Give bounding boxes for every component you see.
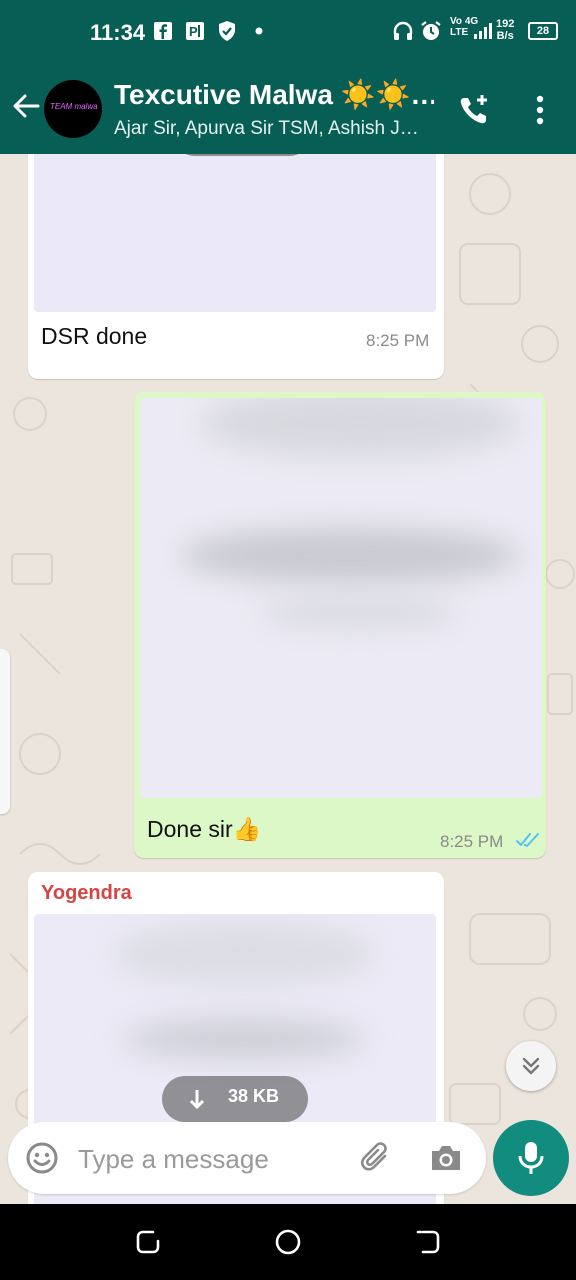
status-bar: 11:34 P Vo 4G LTE 192 B/s 28 [0, 0, 576, 64]
phone-plus-icon [460, 95, 487, 124]
back-nav-button[interactable] [412, 1226, 444, 1258]
double-chevron-down-icon [522, 1057, 540, 1075]
message-time: 8:25 PM [366, 331, 430, 350]
chat-header: TEAM malwa Texcutive Malwa ☀️☀️… Ajar Si… [0, 64, 576, 154]
attach-button[interactable] [358, 1140, 394, 1176]
message-time: 8:25 PM [440, 832, 504, 851]
emoji-button[interactable] [24, 1140, 60, 1176]
message-bubble-incoming[interactable]: DSR done 8:25 PM [28, 154, 444, 379]
download-pill[interactable] [172, 154, 312, 156]
back-nav-icon [415, 1229, 441, 1255]
image-attachment[interactable] [140, 398, 542, 798]
chat-title[interactable]: Texcutive Malwa ☀️☀️… [114, 78, 434, 111]
speed-unit: B/s [496, 30, 514, 42]
side-panel-handle[interactable] [0, 649, 10, 814]
alarm-icon [420, 20, 442, 42]
battery-level: 28 [536, 25, 550, 37]
download-button[interactable]: 38 KB [162, 1076, 308, 1122]
recent-apps-icon [136, 1230, 160, 1254]
headphones-icon [392, 20, 414, 42]
add-call-button[interactable] [452, 88, 496, 132]
home-circle-icon [275, 1229, 301, 1255]
message-caption: DSR done [41, 323, 148, 349]
sender-name[interactable]: Yogendra [41, 882, 132, 905]
download-icon [189, 1090, 205, 1110]
blurred-content [124, 1019, 364, 1059]
camera-icon [432, 1146, 460, 1170]
svg-text:P: P [189, 24, 198, 39]
message-bubble-outgoing[interactable]: Done sir👍 8:25 PM [134, 392, 546, 858]
chat-participants[interactable]: Ajar Sir, Apurva Sir TSM, Ashish J… [114, 118, 432, 140]
arrow-left-icon [13, 94, 40, 118]
paperclip-icon [360, 1142, 387, 1171]
more-vertical-icon [536, 95, 544, 125]
status-time: 11:34 [90, 20, 146, 45]
signal-icon [472, 20, 494, 42]
blurred-content [200, 398, 520, 458]
dot-icon [248, 20, 270, 42]
more-options-button[interactable] [518, 88, 562, 132]
back-button[interactable] [6, 86, 46, 126]
smiley-icon [26, 1142, 58, 1174]
blurred-content [114, 924, 374, 984]
group-avatar[interactable]: TEAM malwa [44, 80, 102, 138]
microphone-icon [518, 1142, 544, 1174]
attachment-size: 38 KB [228, 1086, 280, 1106]
parking-icon: P [184, 20, 206, 42]
message-caption: Done sir👍 [147, 816, 262, 842]
network-speed: 192 B/s [496, 18, 514, 42]
home-button[interactable] [272, 1226, 304, 1258]
system-navigation-bar [0, 1204, 576, 1280]
camera-button[interactable] [428, 1140, 464, 1176]
blurred-content [180, 528, 520, 583]
speed-value: 192 [496, 18, 515, 30]
scroll-to-bottom-button[interactable] [506, 1041, 556, 1091]
recent-apps-button[interactable] [132, 1226, 164, 1258]
shield-icon [216, 20, 238, 42]
double-check-icon [516, 833, 539, 847]
message-input-bar[interactable]: Type a message [8, 1122, 486, 1194]
chat-messages-area[interactable]: DSR done 8:25 PM Done sir👍 8:25 PM Yogen… [0, 154, 576, 1204]
message-input[interactable]: Type a message [78, 1144, 269, 1175]
battery-icon: 28 [528, 22, 558, 40]
facebook-icon [152, 20, 174, 42]
avatar-logo-text: TEAM malwa [50, 102, 98, 111]
voice-record-button[interactable] [493, 1120, 569, 1196]
image-attachment[interactable] [34, 154, 436, 312]
blurred-content [260, 598, 460, 628]
